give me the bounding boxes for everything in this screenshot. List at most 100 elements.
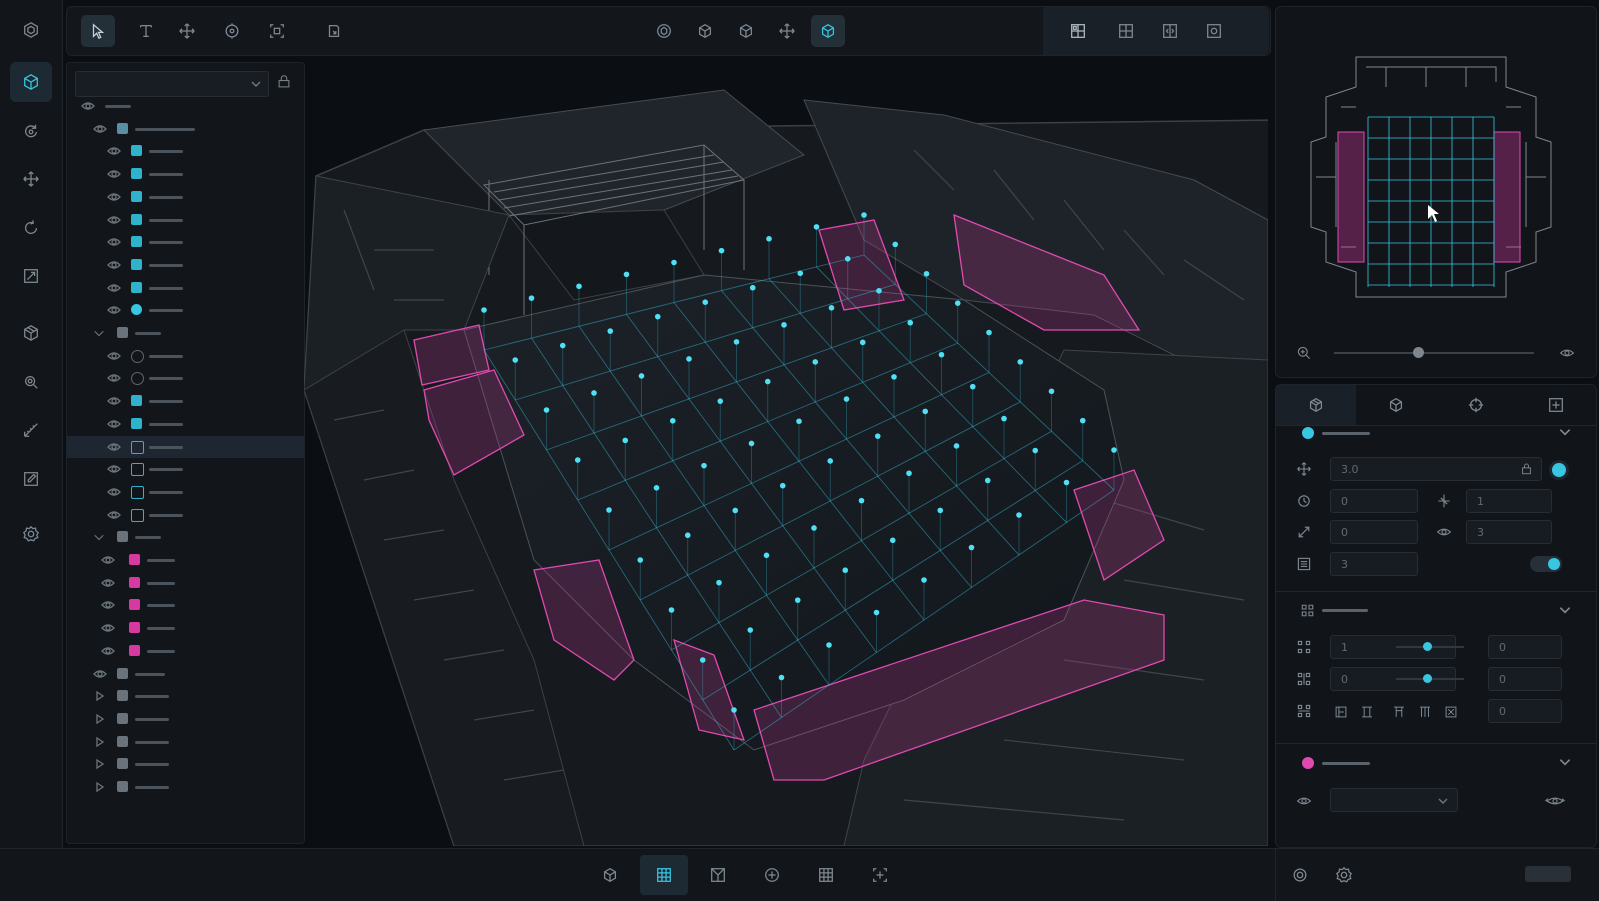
minimap-zoom-track[interactable] [1334,352,1534,354]
eye-icon[interactable] [1559,345,1575,361]
package-icon[interactable] [10,313,52,353]
outliner-row[interactable] [67,209,304,231]
layer-select[interactable] [75,71,269,97]
target-view-icon[interactable] [748,855,796,895]
visibility-eye-icon[interactable] [107,236,121,248]
outliner-row[interactable] [67,163,304,185]
expand-chevron-icon[interactable] [93,327,105,339]
move-arrows-icon[interactable] [10,159,52,199]
move-tool-icon[interactable] [170,15,204,47]
box-alt-icon[interactable] [729,15,763,47]
outliner-row[interactable] [67,526,304,548]
position-field[interactable]: 3.0 [1330,457,1542,481]
visibility-eye-icon[interactable] [107,441,121,453]
model-tab-icon[interactable] [1276,385,1356,426]
visibility-eye-icon[interactable] [93,123,107,135]
grid-collapse-chevron-icon[interactable] [1558,603,1572,617]
align-center-icon[interactable] [1360,705,1374,719]
outliner-row[interactable] [67,640,304,662]
visibility-eye-icon[interactable] [107,372,121,384]
material-collapse-chevron-icon[interactable] [1558,755,1572,769]
status-box[interactable] [1525,866,1571,882]
collapse-chevron-icon[interactable] [93,758,107,770]
orbit-icon[interactable] [647,15,681,47]
material-select[interactable] [1330,788,1458,812]
layout-split-icon[interactable] [1109,15,1143,47]
material-color-dot[interactable] [1302,757,1314,769]
visibility-eye-icon[interactable] [101,622,115,634]
grid-y-slider-knob[interactable] [1422,674,1432,683]
visibility-eye-icon[interactable] [101,577,115,589]
layout-compare-icon[interactable] [1153,15,1187,47]
rotate-icon[interactable] [10,208,52,248]
model-cube-icon[interactable] [10,62,52,102]
outliner-row[interactable] [67,753,304,775]
visibility-eye-icon[interactable] [101,645,115,657]
outliner-row[interactable] [67,95,304,117]
visibility-toggle-icon[interactable] [1544,793,1566,809]
outliner-row[interactable] [67,140,304,162]
expand-chevron-icon[interactable] [93,531,105,543]
visibility-eye-icon[interactable] [107,418,121,430]
select-arrow-icon[interactable] [81,15,115,47]
grid-y-right-field[interactable]: 0 [1488,667,1562,691]
visibility-eye-icon[interactable] [93,668,107,680]
visibility-field[interactable]: 3 [1466,520,1552,544]
visibility-eye-icon[interactable] [107,259,121,271]
target-tab-icon[interactable] [1436,385,1516,426]
lock-layers-icon[interactable] [273,71,295,93]
position-color-dot[interactable] [1552,463,1566,477]
visibility-eye-icon[interactable] [107,350,121,362]
distribute-icon[interactable] [1444,705,1458,719]
outliner-row[interactable] [67,663,304,685]
outliner-row[interactable] [67,572,304,594]
outliner-row[interactable] [67,186,304,208]
visibility-eye-icon[interactable] [101,554,115,566]
minimap-zoom-knob[interactable] [1413,347,1424,358]
scale-field[interactable]: 1 [1466,489,1552,513]
section-view-icon[interactable] [694,855,742,895]
outliner-row[interactable] [67,549,304,571]
outliner-row[interactable] [67,254,304,276]
minimap-plan[interactable] [1296,47,1576,307]
text-tool-icon[interactable] [129,15,163,47]
grid-x-slider-knob[interactable] [1422,642,1432,651]
outliner-row[interactable] [67,708,304,730]
outliner-row[interactable] [67,345,304,367]
outliner-row[interactable] [67,413,304,435]
outliner-row[interactable] [67,617,304,639]
outliner-row[interactable] [67,299,304,321]
align-top-icon[interactable] [1392,705,1406,719]
outliner-row[interactable] [67,458,304,480]
gear-icon[interactable] [10,514,52,554]
edit-square-icon[interactable] [10,459,52,499]
visibility-eye-icon[interactable] [107,145,121,157]
table-grid-icon[interactable] [802,855,850,895]
pan-icon[interactable] [770,15,804,47]
visibility-eye-icon[interactable] [107,509,121,521]
grid-align-right-field[interactable]: 0 [1488,699,1562,723]
gear-alt-icon[interactable] [1320,855,1368,895]
outliner-row[interactable] [67,504,304,526]
outliner-row[interactable] [67,685,304,707]
layout-grid-icon[interactable] [1061,15,1095,47]
refresh-pin-icon[interactable] [10,111,52,151]
outliner-row[interactable] [67,481,304,503]
box-icon[interactable] [688,15,722,47]
outliner-row[interactable] [67,731,304,753]
lock-icon[interactable] [1520,462,1533,475]
cube-view-icon[interactable] [586,855,634,895]
visibility-eye-icon[interactable] [107,304,121,316]
measure-icon[interactable] [10,410,52,450]
add-tab-icon[interactable] [1516,385,1596,426]
outliner-row[interactable] [67,118,304,140]
add-frame-icon[interactable] [856,855,904,895]
visibility-eye-icon[interactable] [107,486,121,498]
grid-x-right-field[interactable]: 0 [1488,635,1562,659]
3d-viewport[interactable] [304,60,1268,846]
layer-field[interactable]: 3 [1330,552,1418,576]
snap-icon[interactable] [317,15,351,47]
align-left-icon[interactable] [1334,705,1348,719]
outliner-row[interactable] [67,367,304,389]
zoom-in-icon[interactable] [1296,345,1312,361]
